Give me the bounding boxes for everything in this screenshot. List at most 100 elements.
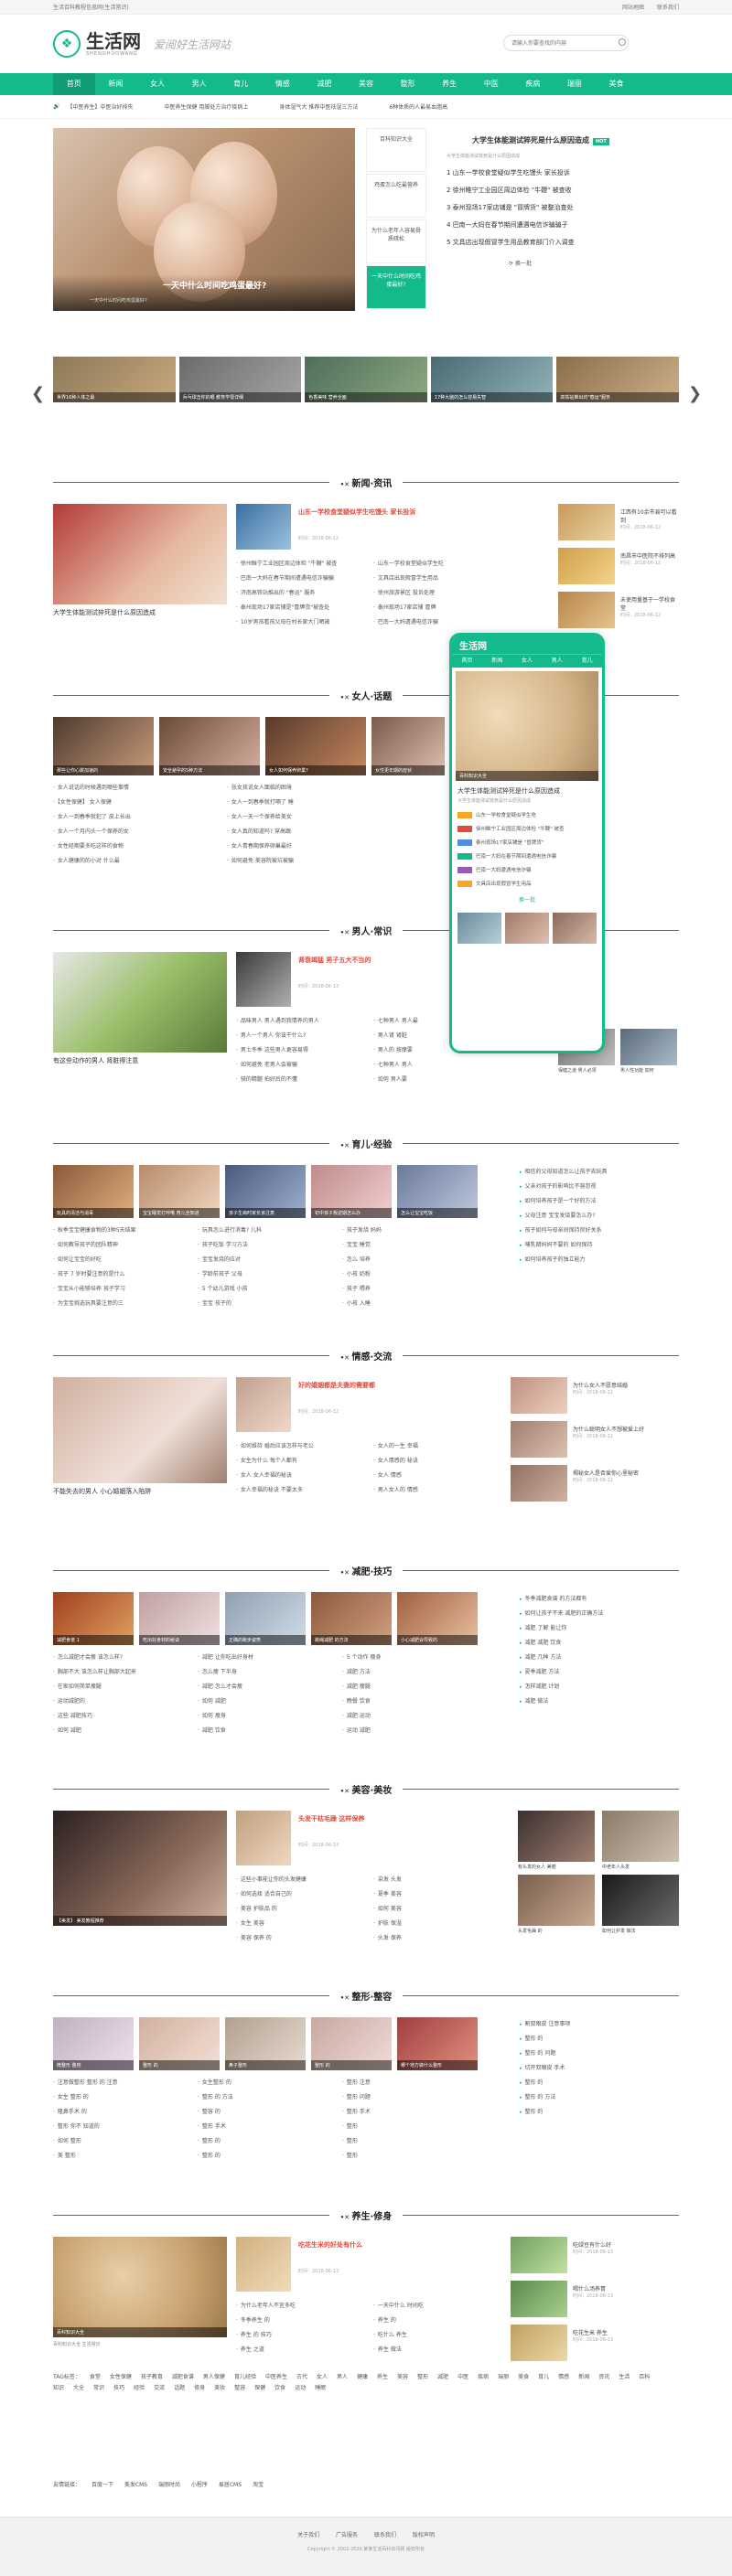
list-item[interactable]: 怎么瘦 下半身: [198, 1665, 335, 1680]
list-item[interactable]: 减肥 饮食: [198, 1724, 335, 1738]
headline-item[interactable]: 1 山东一学校食堂疑似学生吃馒头 家长投诉: [447, 165, 679, 182]
nav-item[interactable]: 美食: [596, 73, 638, 95]
list-item[interactable]: 父亲对孩子的影响比不容忽视: [520, 1180, 679, 1194]
headline-title[interactable]: 大学生体能测试猝死是什么原因造成 HOT: [436, 128, 679, 153]
list-item[interactable]: 整形: [342, 2149, 479, 2164]
list-item[interactable]: 怎么 培养: [342, 1253, 479, 1267]
list-item[interactable]: 如何让孩子不来 减肥的正确方法: [520, 1607, 679, 1621]
emotion-lead-caption[interactable]: 不能失去的男人 小心婚姻落入陷阱: [53, 1487, 227, 1496]
list-item[interactable]: 整形 手术: [342, 2105, 479, 2120]
emotion-thumb[interactable]: [511, 1377, 567, 1414]
list-item[interactable]: 徐州睢宁工业园区周边体检 "牛鞭" 被查: [236, 557, 364, 572]
beauty-thumb-caption[interactable]: 中老年人头发: [602, 1864, 679, 1870]
list-item[interactable]: 如何培养孩子的独立能力: [520, 1253, 679, 1267]
list-item[interactable]: 整形 的 方法: [198, 2090, 335, 2105]
nav-item[interactable]: 育儿: [220, 73, 262, 95]
beauty-thumb-caption[interactable]: 头发毛躁 的: [518, 1928, 595, 1934]
phone-nav-item[interactable]: 首页: [452, 655, 482, 668]
list-item[interactable]: 养生 的 技巧: [236, 2328, 364, 2343]
phone-banner[interactable]: 百科知识大全: [456, 671, 598, 781]
child-thumb[interactable]: 宝宝睡觉打呼噜 育儿全知道: [139, 1165, 220, 1218]
health-image[interactable]: [236, 2237, 291, 2292]
list-item[interactable]: 整形 注意: [342, 2076, 479, 2090]
news-side-item[interactable]: 江西有10余市县可以看到 时间：2018-06-12: [620, 508, 679, 530]
phone-thumb[interactable]: [458, 913, 501, 944]
phone-thumb[interactable]: [553, 913, 597, 944]
list-item[interactable]: 女人青春期保养卵巢最好: [227, 839, 392, 854]
beauty-thumb-caption[interactable]: 有头发的女人 美丽: [518, 1864, 595, 1870]
list-item[interactable]: 如何选择 适合自己的: [236, 1887, 364, 1902]
beauty-lead-image[interactable]: 【美发】 美发教程推荐: [53, 1811, 227, 1926]
list-item[interactable]: 【女性保健】 女人保健: [53, 796, 218, 810]
headline-item[interactable]: 3 泰州现场17家店铺是 "冒牌货" 被整治查处: [447, 199, 679, 217]
tag-item[interactable]: 孩子教育: [141, 2372, 163, 2383]
health-thumb[interactable]: [511, 2281, 567, 2317]
list-item[interactable]: 宝宝从小能够培养 孩子学习: [53, 1282, 190, 1297]
list-item[interactable]: 如何 美容: [373, 1902, 501, 1917]
tag-item[interactable]: 古代: [296, 2372, 307, 2383]
friend-link[interactable]: 百度一下: [92, 2482, 113, 2488]
list-item[interactable]: 整形: [342, 2120, 479, 2134]
list-item[interactable]: 女生整形 的: [198, 2076, 335, 2090]
list-item[interactable]: 如何 整形: [53, 2134, 190, 2149]
emotion-side-item[interactable]: 为什么聪明女人不想被爱上好 时间：2018-06-12: [573, 1425, 679, 1439]
plastic-thumb[interactable]: 哪个地方做什么整形: [397, 2017, 478, 2070]
tag-item[interactable]: 女性保健: [110, 2372, 132, 2383]
tag-item[interactable]: 情感: [558, 2372, 569, 2383]
health-thumb[interactable]: [511, 2325, 567, 2361]
nav-item[interactable]: 情感: [262, 73, 304, 95]
list-item[interactable]: 山东一学校食堂疑似学生吃: [373, 557, 501, 572]
diet-thumb[interactable]: 正确的跑步姿势: [225, 1592, 306, 1645]
phone-nav-item[interactable]: 女人: [512, 655, 543, 668]
footer-link[interactable]: 关于我们: [297, 2532, 319, 2539]
list-item[interactable]: 冬季减肥食谱 的方法都有: [520, 1592, 679, 1607]
contact-link[interactable]: 联系我们: [657, 5, 679, 11]
emotion-side-item[interactable]: 揭秘女人是否爱你心里秘密 时间：2018-06-12: [573, 1469, 679, 1483]
list-item[interactable]: 整形 问题: [342, 2090, 479, 2105]
tag-item[interactable]: 养生: [377, 2372, 388, 2383]
phone-list-item[interactable]: 徐州睢宁工业园区周边体检 "牛鞭" 被查: [458, 823, 597, 837]
hero-tab[interactable]: 百科知识大全: [366, 128, 426, 172]
list-item[interactable]: 在家如何简单瘦腿: [53, 1680, 190, 1694]
headline-item[interactable]: 5 文具店出现假冒学生用品教育部门介入调查: [447, 234, 679, 251]
list-item[interactable]: 整形 的: [520, 2076, 679, 2090]
list-item[interactable]: 泰州现场17家店铺 冒牌: [373, 601, 501, 615]
phone-nav-item[interactable]: 男人: [542, 655, 572, 668]
notice-item[interactable]: 身体湿气大 推荐中医祛湿三方法: [279, 102, 358, 111]
phone-list-item[interactable]: 文具店出现假冒学生用品: [458, 878, 597, 892]
news-thumb[interactable]: [558, 548, 615, 584]
nav-item[interactable]: 女人: [136, 73, 178, 95]
list-item[interactable]: 整形 的: [198, 2134, 335, 2149]
list-item[interactable]: 整形 你不 知道的: [53, 2120, 190, 2134]
list-item[interactable]: 整形: [342, 2134, 479, 2149]
list-item[interactable]: 夏季减肥 方法: [520, 1665, 679, 1680]
list-item[interactable]: 七种男人 男人最: [373, 1014, 447, 1029]
beauty-image[interactable]: [236, 1811, 291, 1865]
man-thumb-caption[interactable]: 男人性功能 如何: [620, 1067, 677, 1074]
list-item[interactable]: 男人一个男人 你该干什么?: [236, 1029, 364, 1043]
nav-item[interactable]: 整形: [387, 73, 429, 95]
list-item[interactable]: 整形 的: [198, 2149, 335, 2164]
list-item[interactable]: 女人一到春季就打嗝了 睡: [227, 796, 392, 810]
list-item[interactable]: 这些 减肥技巧: [53, 1709, 190, 1724]
beauty-headline[interactable]: 头发干枯毛躁 这样保养: [298, 1814, 364, 1823]
list-item[interactable]: 孩子 7 岁时要注意的是什么: [53, 1267, 190, 1282]
list-item[interactable]: 女人一个月内头一个保养的女: [53, 825, 218, 839]
list-item[interactable]: 巴南一大妈遭遇电信诈骗: [373, 615, 501, 630]
news-lead-caption[interactable]: 大学生体能测试猝死是什么原因造成: [53, 608, 227, 617]
tag-item[interactable]: 知识: [53, 2383, 64, 2394]
phone-thumb[interactable]: [505, 913, 549, 944]
list-item[interactable]: 夏季 美容: [373, 1887, 501, 1902]
list-item[interactable]: 孩子发烧 妈妈: [342, 1224, 479, 1238]
emotion-thumb[interactable]: [511, 1465, 567, 1502]
beauty-thumb[interactable]: [518, 1811, 595, 1862]
list-item[interactable]: 整形 的: [520, 2032, 679, 2047]
hero-tab-active[interactable]: 一天中什么时间吃鸡蛋最好?: [366, 265, 426, 309]
list-item[interactable]: 宝宝 睡觉: [342, 1238, 479, 1253]
news-thumb[interactable]: [558, 592, 615, 628]
hero-tab[interactable]: 鸡蛋怎么吃最营养: [366, 174, 426, 218]
list-item[interactable]: 秋季宝宝健康食物的3种5天结果: [53, 1224, 190, 1238]
tag-item[interactable]: 修身: [194, 2383, 205, 2394]
footer-link[interactable]: 版权声明: [413, 2532, 435, 2539]
list-item[interactable]: 小孩 入睡: [342, 1297, 479, 1311]
